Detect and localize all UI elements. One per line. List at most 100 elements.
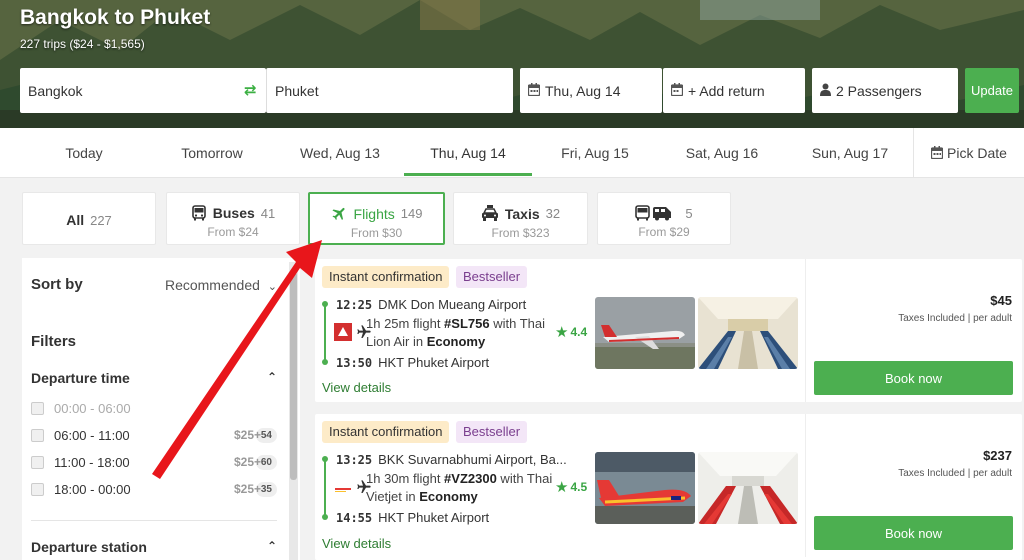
checkbox[interactable] <box>31 455 44 469</box>
departure-date-value: Thu, Aug 14 <box>545 82 621 99</box>
route-dot <box>322 359 328 365</box>
rating-value: 4.5 <box>570 480 588 494</box>
sort-select[interactable]: Recommended ⌄ <box>165 277 277 293</box>
departure-stop: 12:25 DMK Don Mueang Airport <box>336 297 526 312</box>
aircraft-photo[interactable] <box>595 452 695 524</box>
mode-tab-buses[interactable]: Buses 41 From $24 <box>166 192 300 245</box>
calendar-icon <box>670 82 684 99</box>
instant-confirmation-tag: Instant confirmation <box>322 266 450 288</box>
arrival-time: 14:55 <box>336 511 373 525</box>
rating: ★ 4.4 <box>555 323 587 341</box>
view-details-link[interactable]: View details <box>322 536 391 551</box>
arrival-station: HKT Phuket Airport <box>378 510 490 525</box>
add-return-field[interactable]: + Add return <box>663 68 805 113</box>
sidebar-scroll-thumb[interactable] <box>290 272 297 480</box>
mode-label: All <box>66 212 85 228</box>
bestseller-tag: Bestseller <box>456 266 528 288</box>
mode-from-price: From $24 <box>207 225 259 239</box>
cabin-photo[interactable] <box>698 452 798 524</box>
option-label: 00:00 - 06:00 <box>54 400 131 416</box>
price-panel: $237 Taxes Included | per adult Book now <box>805 414 1022 557</box>
date-tab-wed-aug-13[interactable]: Wed, Aug 13 <box>276 128 404 178</box>
mode-from-price: From $29 <box>638 225 690 239</box>
mode-count: 41 <box>260 205 276 221</box>
mode-count: 227 <box>90 212 112 228</box>
departure-station: BKK Suvarnabhumi Airport, Ba... <box>378 452 567 467</box>
mode-from-price: From $30 <box>350 226 403 240</box>
departure-option[interactable]: 00:00 - 06:00 <box>31 398 277 418</box>
departure-option[interactable]: 06:00 - 11:00 $25+ 54 <box>31 425 277 445</box>
airline-logo-icon <box>334 323 352 341</box>
to-value: Phuket <box>275 82 319 99</box>
option-label: 06:00 - 11:00 <box>54 427 130 443</box>
price-panel: $45 Taxes Included | per adult Book now <box>805 259 1022 402</box>
book-now-button[interactable]: Book now <box>814 361 1013 395</box>
mode-tab-bus-van[interactable]: 5 From $29 <box>597 192 731 245</box>
mode-from-price: From $323 <box>491 226 550 240</box>
price: $237 <box>983 448 1012 463</box>
date-tab-thu-aug-14[interactable]: Thu, Aug 14 <box>404 128 532 178</box>
airline-logo-icon <box>335 488 351 492</box>
flight-duration: 1h 30m flight <box>366 471 445 486</box>
filters-heading: Filters <box>31 333 77 350</box>
user-icon <box>820 83 831 99</box>
taxes-note: Taxes Included | per adult <box>898 468 1012 479</box>
mode-label: Flights <box>353 205 395 222</box>
mode-tab-flights[interactable]: Flights 149 From $30 <box>308 192 445 245</box>
flight-number: #SL756 <box>444 316 490 331</box>
result-details: Instant confirmation Bestseller 12:25 DMK… <box>315 259 805 402</box>
mode-tab-taxis[interactable]: Taxis 32 From $323 <box>453 192 588 245</box>
mode-label: Buses <box>212 205 255 221</box>
passengers-field[interactable]: 2 Passengers <box>812 68 958 113</box>
arrival-stop: 14:55 HKT Phuket Airport <box>336 510 489 525</box>
checkbox[interactable] <box>31 401 44 415</box>
star-icon: ★ <box>555 479 569 496</box>
aircraft-photo[interactable] <box>595 297 695 369</box>
mode-tab-all[interactable]: All 227 <box>22 192 156 245</box>
departure-option[interactable]: 18:00 - 00:00 $25+ 35 <box>31 479 277 499</box>
to-input[interactable]: Phuket <box>266 68 513 113</box>
page-title: Bangkok to Phuket <box>20 6 211 29</box>
from-input[interactable]: Bangkok <box>20 68 266 113</box>
route-line <box>324 306 326 364</box>
instant-confirmation-tag: Instant confirmation <box>322 421 450 443</box>
from-value: Bangkok <box>28 82 83 99</box>
bestseller-tag: Bestseller <box>456 421 528 443</box>
price: $45 <box>990 293 1012 308</box>
calendar-icon <box>527 82 541 99</box>
departure-time: 12:25 <box>336 298 373 312</box>
date-tab-tomorrow[interactable]: Tomorrow <box>148 128 276 178</box>
departure-station: DMK Don Mueang Airport <box>378 297 527 312</box>
taxes-note: Taxes Included | per adult <box>898 313 1012 324</box>
checkbox[interactable] <box>31 428 44 442</box>
mode-count: 5 <box>685 205 693 221</box>
star-icon: ★ <box>555 324 569 341</box>
departure-date-field[interactable]: Thu, Aug 14 <box>520 68 662 113</box>
route-dot <box>322 301 328 307</box>
option-price: $25+ <box>233 455 261 469</box>
option-label: 18:00 - 00:00 <box>54 481 131 497</box>
update-button[interactable]: Update <box>965 68 1019 113</box>
pick-date-button[interactable]: Pick Date <box>913 128 1024 178</box>
arrival-time: 13:50 <box>336 356 373 370</box>
book-now-button[interactable]: Book now <box>814 516 1013 550</box>
departure-option[interactable]: 11:00 - 18:00 $25+ 60 <box>31 452 277 472</box>
arrival-stop: 13:50 HKT Phuket Airport <box>336 355 489 370</box>
date-tab-fri-aug-15[interactable]: Fri, Aug 15 <box>532 128 658 178</box>
date-tab-sun-aug-17[interactable]: Sun, Aug 17 <box>786 128 914 178</box>
swap-icon[interactable]: ⇄ <box>244 81 257 99</box>
departure-station-header[interactable]: Departure station ⌃ <box>31 539 277 555</box>
departure-time-header[interactable]: Departure time ⌃ <box>31 370 277 386</box>
chevron-up-icon: ⌃ <box>266 370 277 384</box>
cabin-photo[interactable] <box>698 297 798 369</box>
date-tab-today[interactable]: Today <box>20 128 148 178</box>
view-details-link[interactable]: View details <box>322 380 391 395</box>
departure-station-label: Departure station <box>31 539 147 555</box>
trip-summary: 227 trips ($24 - $1,565) <box>20 37 145 51</box>
date-tab-sat-aug-16[interactable]: Sat, Aug 16 <box>658 128 786 178</box>
mode-label: Taxis <box>504 205 540 222</box>
result-details: Instant confirmation Bestseller 13:25 BKK… <box>315 414 805 557</box>
checkbox[interactable] <box>31 482 44 496</box>
departure-stop: 13:25 BKK Suvarnabhumi Airport, Ba... <box>336 452 567 467</box>
sort-label: Sort by <box>31 276 83 293</box>
